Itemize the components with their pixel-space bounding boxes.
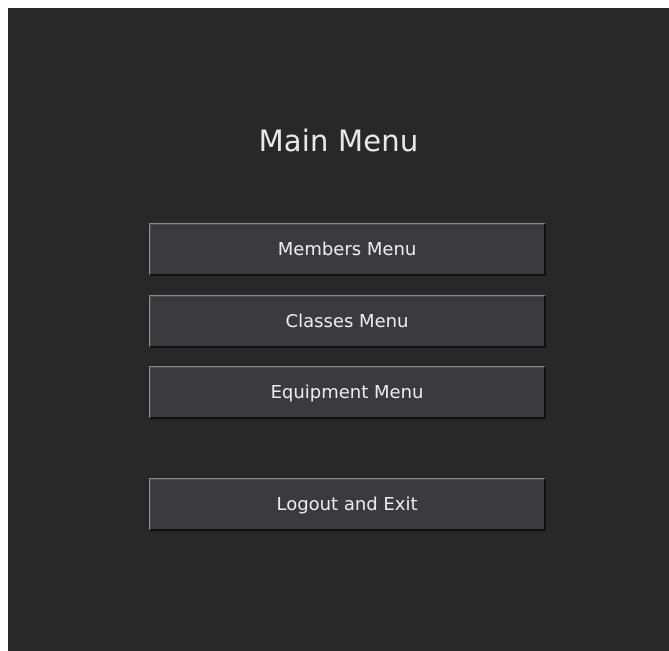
logout-exit-button[interactable]: Logout and Exit xyxy=(149,478,546,531)
classes-menu-button[interactable]: Classes Menu xyxy=(149,295,546,348)
main-menu-window: Main Menu Members Menu Classes Menu Equi… xyxy=(8,8,669,651)
page-title: Main Menu xyxy=(258,124,419,158)
equipment-menu-button[interactable]: Equipment Menu xyxy=(149,366,546,419)
members-menu-button[interactable]: Members Menu xyxy=(149,223,546,276)
